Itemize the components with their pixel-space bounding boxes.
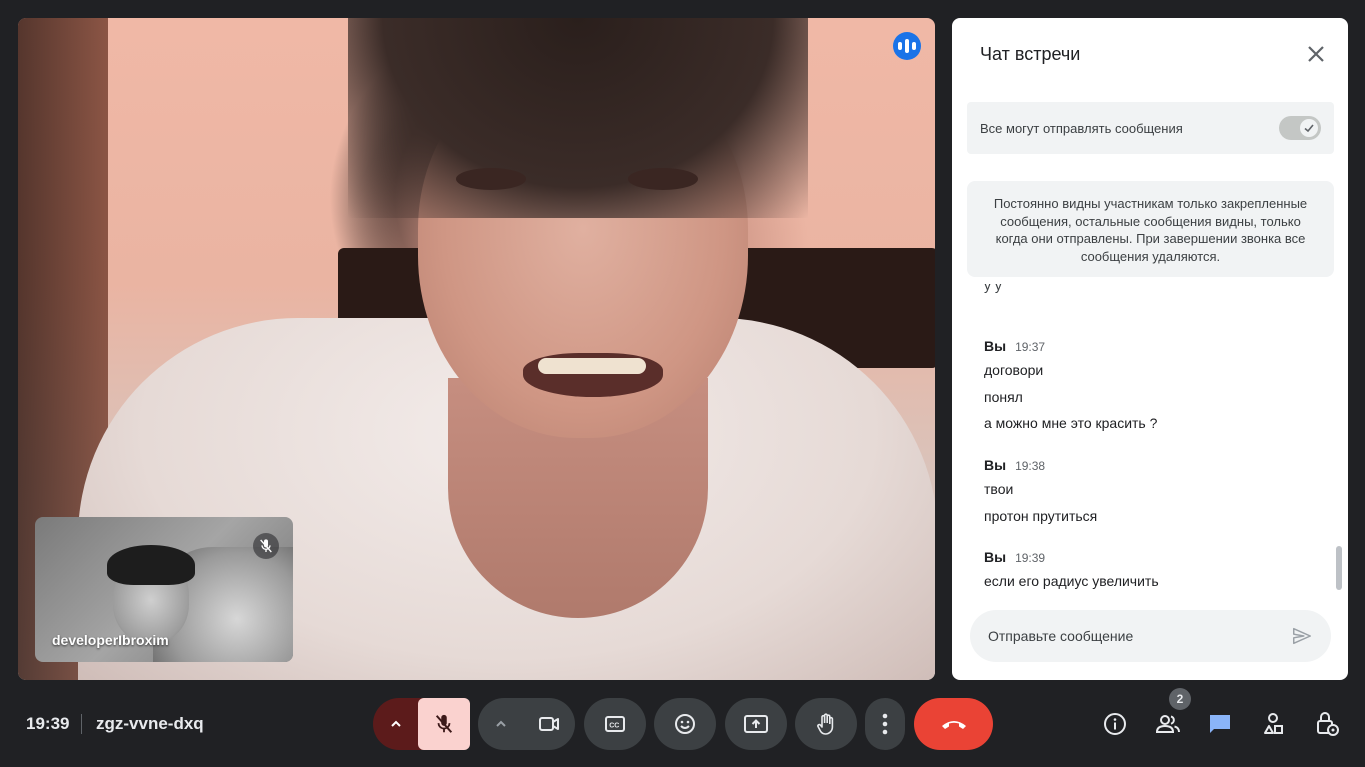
meeting-clock: 19:39: [26, 714, 70, 733]
video-options-button[interactable]: [478, 698, 523, 750]
present-screen-button[interactable]: [725, 698, 787, 750]
message-text: договори: [984, 362, 1044, 378]
people-button[interactable]: [1150, 706, 1186, 742]
video-participant-eye-right: [628, 168, 698, 190]
chat-info-notice: Постоянно видны участникам только закреп…: [967, 181, 1334, 277]
chat-message-input[interactable]: [988, 628, 1268, 644]
send-icon: [1293, 627, 1311, 645]
message-text: твои: [984, 481, 1014, 497]
speaking-indicator-icon: [893, 32, 921, 60]
svg-text:CC: CC: [609, 723, 619, 730]
chevron-up-icon: [390, 720, 401, 727]
allow-messages-toggle[interactable]: [1279, 116, 1321, 140]
message-text: понял: [984, 388, 1023, 405]
message-time: 19:39: [1015, 551, 1046, 565]
video-participant-teeth: [538, 358, 646, 374]
toggle-mic-button[interactable]: [418, 698, 470, 750]
self-view-hair: [107, 545, 195, 585]
host-controls-icon: [1317, 712, 1339, 736]
info-icon: [1104, 713, 1126, 735]
videocam-icon: [539, 717, 559, 731]
chat-input-row: [970, 610, 1331, 662]
camera-control-group: [478, 698, 575, 750]
more-options-button[interactable]: [865, 698, 905, 750]
more-vert-icon: [882, 713, 888, 735]
mic-off-icon: [253, 533, 279, 559]
toggle-camera-button[interactable]: [523, 698, 575, 750]
check-icon: [1300, 119, 1318, 137]
host-controls-button[interactable]: [1309, 706, 1345, 742]
mic-off-icon: [435, 714, 453, 733]
clipped-message: у у: [984, 284, 1002, 293]
present-screen-icon: [744, 715, 768, 733]
message-time: 19:37: [1015, 340, 1046, 354]
close-chat-button[interactable]: [1302, 40, 1330, 68]
closed-captions-icon: CC: [605, 716, 625, 732]
chat-messages-list: у у Вы 19:37 договори понял а можно мне …: [952, 278, 1348, 598]
chat-scrollbar[interactable]: [1336, 546, 1342, 590]
people-icon: [1155, 715, 1180, 733]
message-group: Вы 19:37 договори понял а можно мне это …: [984, 338, 1157, 442]
message-group: Вы 19:38 твои протон прутиться: [984, 457, 1097, 534]
chat-button[interactable]: [1202, 706, 1238, 742]
message-text: если его радиус увеличить: [984, 573, 1159, 589]
bottom-control-bar: 19:39 zgz-vvne-dxq CC 2: [0, 680, 1365, 767]
message-time: 19:38: [1015, 459, 1046, 473]
chat-icon: [1210, 715, 1230, 733]
chat-panel: Чат встречи Все могут отправлять сообщен…: [952, 18, 1348, 680]
chevron-up-icon: [495, 720, 506, 727]
send-button[interactable]: [1291, 625, 1313, 647]
self-view-tile[interactable]: developerIbroxim: [35, 517, 293, 662]
message-sender: Вы: [984, 338, 1007, 354]
meeting-details-button[interactable]: [1097, 706, 1133, 742]
audio-options-button[interactable]: [373, 698, 418, 750]
raise-hand-icon: [817, 713, 834, 735]
message-text: а можно мне это красить ?: [984, 415, 1158, 431]
raise-hand-button[interactable]: [795, 698, 857, 750]
chat-title: Чат встречи: [980, 44, 1081, 64]
self-view-name: developerIbroxim: [52, 632, 169, 648]
emoji-icon: [675, 714, 695, 734]
video-participant-hair: [348, 18, 808, 218]
call-end-icon: [941, 721, 966, 729]
mic-control-group: [373, 698, 470, 750]
message-sender: Вы: [984, 549, 1007, 565]
message-sender: Вы: [984, 457, 1007, 473]
meeting-code: zgz-vvne-dxq: [96, 714, 204, 733]
close-icon: [1308, 46, 1324, 62]
message-text: протон прутиться: [984, 507, 1098, 524]
reactions-button[interactable]: [654, 698, 716, 750]
end-call-button[interactable]: [914, 698, 993, 750]
allow-messages-label: Все могут отправлять сообщения: [980, 120, 1183, 136]
message-group: Вы 19:39 если его радиус увеличить: [984, 549, 1159, 598]
captions-button[interactable]: CC: [584, 698, 646, 750]
allow-messages-setting: Все могут отправлять сообщения: [967, 102, 1334, 154]
activities-icon: [1264, 713, 1283, 734]
divider: [81, 714, 82, 734]
activities-button[interactable]: [1255, 706, 1291, 742]
video-participant-eye-left: [456, 168, 526, 190]
